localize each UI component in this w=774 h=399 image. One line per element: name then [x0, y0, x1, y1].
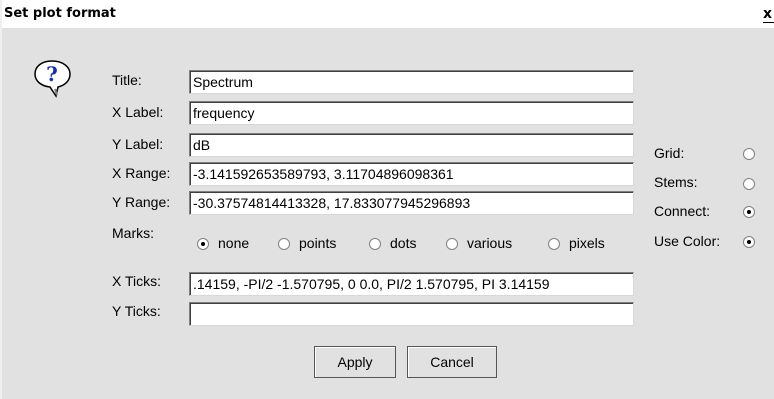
- marks-option-dots[interactable]: dots: [390, 235, 416, 251]
- marks-option-pixels[interactable]: pixels: [569, 235, 605, 251]
- yrange-field[interactable]: -30.37574814413328, 17.833077945296893: [189, 191, 634, 215]
- grid-label: Grid:: [654, 145, 685, 161]
- yrange-label: Y Range:: [112, 194, 171, 210]
- xlabel-label: X Label:: [112, 104, 164, 120]
- question-icon: ?: [32, 57, 76, 99]
- set-plot-format-dialog: Set plot format x ? Title: X Label: Y La…: [0, 0, 774, 399]
- marks-radio-points[interactable]: [278, 238, 290, 250]
- stems-label: Stems:: [654, 174, 698, 190]
- title-field[interactable]: Spectrum: [189, 70, 634, 94]
- title-bar: Set plot format x: [2, 0, 774, 28]
- apply-button[interactable]: Apply: [314, 346, 396, 378]
- marks-option-points[interactable]: points: [299, 235, 336, 251]
- title-label: Title:: [112, 72, 142, 88]
- use-color-toggle[interactable]: [743, 236, 755, 248]
- close-icon[interactable]: x: [763, 6, 774, 23]
- marks-radio-various[interactable]: [446, 238, 458, 250]
- connect-label: Connect:: [654, 203, 711, 219]
- xrange-field[interactable]: -3.141592653589793, 3.11704896098361: [189, 162, 634, 186]
- grid-toggle[interactable]: [743, 148, 755, 160]
- connect-toggle[interactable]: [743, 206, 755, 218]
- xticks-field[interactable]: .14159, -PI/2 -1.570795, 0 0.0, PI/2 1.5…: [189, 272, 634, 296]
- marks-option-none[interactable]: none: [218, 235, 249, 251]
- ylabel-label: Y Label:: [112, 136, 164, 152]
- xlabel-field[interactable]: frequency: [189, 101, 634, 125]
- yticks-field[interactable]: [189, 302, 634, 326]
- question-glyph: ?: [46, 62, 58, 86]
- cancel-button[interactable]: Cancel: [407, 346, 497, 378]
- xticks-label: X Ticks:: [112, 273, 162, 289]
- marks-radio-none[interactable]: [197, 238, 209, 250]
- dialog-title: Set plot format: [4, 6, 116, 21]
- yticks-label: Y Ticks:: [112, 303, 161, 319]
- marks-radio-dots[interactable]: [369, 238, 381, 250]
- marks-radio-pixels[interactable]: [548, 238, 560, 250]
- xrange-label: X Range:: [112, 165, 171, 181]
- use-color-label: Use Color:: [654, 233, 721, 249]
- ylabel-field[interactable]: dB: [189, 133, 634, 157]
- marks-label: Marks:: [112, 225, 154, 241]
- stems-toggle[interactable]: [743, 178, 755, 190]
- marks-option-various[interactable]: various: [467, 235, 512, 251]
